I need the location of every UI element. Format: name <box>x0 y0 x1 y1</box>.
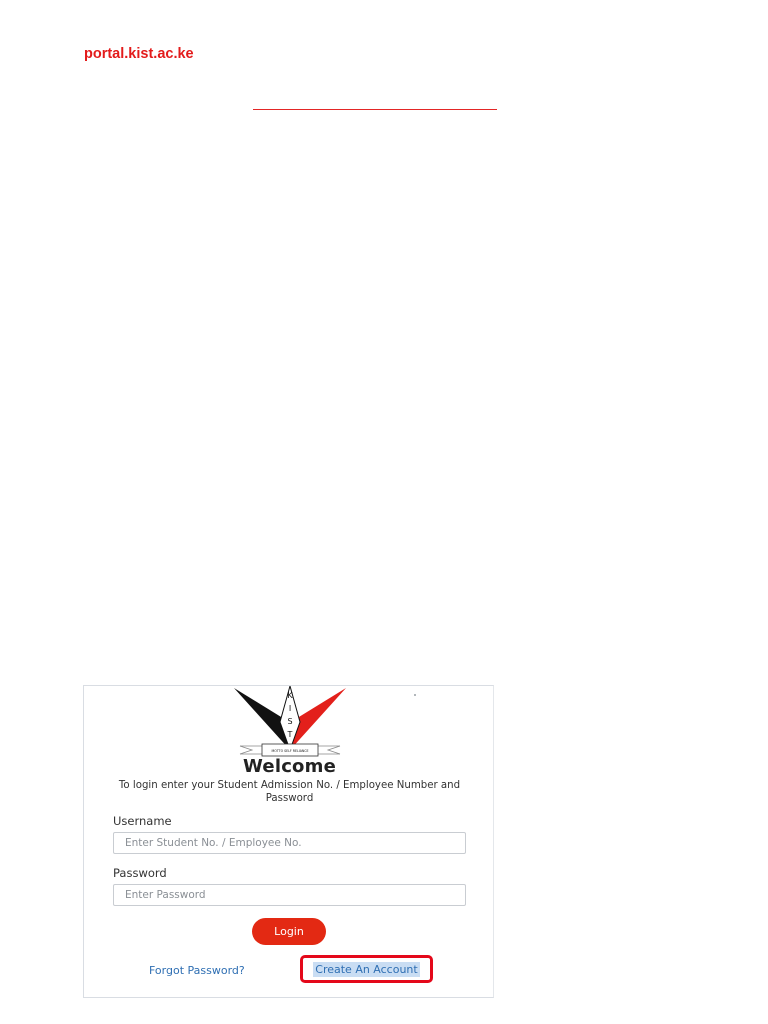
login-instructions: To login enter your Student Admission No… <box>118 780 461 804</box>
logo-banner-text: MOTTO SELF RELIANCE <box>271 749 308 753</box>
logo-letter-k: K <box>287 691 293 700</box>
kist-logo-icon: K I S T MOTTO SELF RELIANCE <box>234 686 346 757</box>
login-card: K I S T MOTTO SELF RELIANCE Welcome To l… <box>83 685 494 998</box>
create-account-highlight[interactable]: Create An Account <box>300 955 433 983</box>
username-label: Username <box>113 814 172 828</box>
logo-letter-s: S <box>287 717 292 726</box>
site-url: portal.kist.ac.ke <box>84 46 194 62</box>
welcome-heading: Welcome <box>243 756 336 777</box>
login-button[interactable]: Login <box>252 918 326 945</box>
password-input[interactable] <box>113 884 466 906</box>
username-input[interactable] <box>113 832 466 854</box>
page: portal.kist.ac.ke K I S T MOTTO SELF REL… <box>0 0 768 1024</box>
password-label: Password <box>113 866 167 880</box>
logo-letter-t: T <box>287 730 293 739</box>
red-divider <box>253 109 497 110</box>
forgot-password-link[interactable]: Forgot Password? <box>149 964 245 977</box>
create-account-link[interactable]: Create An Account <box>313 961 420 977</box>
logo-letter-i: I <box>289 704 291 713</box>
decorative-dot <box>414 694 416 696</box>
